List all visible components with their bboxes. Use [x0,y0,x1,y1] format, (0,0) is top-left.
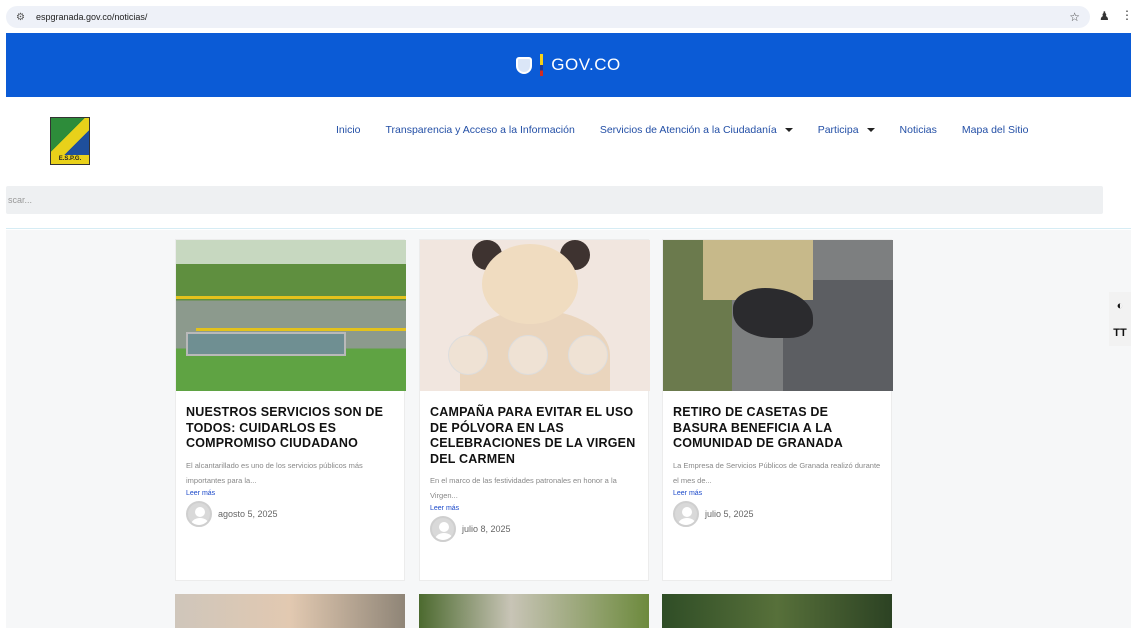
post-meta: agosto 5, 2025 [186,500,394,527]
star-icon[interactable]: ☆ [1069,10,1080,24]
post-image-opossum[interactable] [420,240,650,391]
post-meta: julio 8, 2025 [430,516,638,542]
contrast-icon[interactable]: ◐ [1109,292,1131,319]
site-header: E.S.P.G. Inicio Transparencia y Acceso a… [6,97,1131,229]
post-excerpt: En el marco de las festividades patronal… [430,476,617,500]
post-image-trash[interactable] [663,240,893,391]
nav-mapa-del-sitio[interactable]: Mapa del Sitio [962,124,1029,136]
author-avatar [430,516,456,542]
nav-inicio[interactable]: Inicio [336,124,361,136]
nav-noticias[interactable]: Noticias [900,124,937,136]
nav-participa[interactable]: Participa [818,124,875,136]
post-title[interactable]: RETIRO DE CASETAS DE BASURA BENEFICIA A … [673,405,881,452]
search-bar[interactable] [6,186,1103,214]
post-title[interactable]: NUESTROS SERVICIOS SON DE TODOS: CUIDARL… [186,405,394,452]
colombia-shield-icon [516,56,533,74]
post-meta: julio 5, 2025 [673,500,881,527]
news-card[interactable]: NUESTROS SERVICIOS SON DE TODOS: CUIDARL… [175,239,406,581]
news-card-image[interactable] [662,594,892,628]
colombia-flag-icon [540,54,544,76]
post-date: julio 8, 2025 [462,524,511,534]
nav-label: Mapa del Sitio [961,124,1029,136]
post-date: agosto 5, 2025 [218,508,278,519]
post-excerpt: El alcantarillado es uno de los servicio… [186,460,363,485]
gov-co-label: GOV.CO [551,55,621,74]
browser-toolbar: ⚙ espgranada.gov.co/noticias/ ☆ ♟ ⋮ [0,0,1131,33]
caret-down-icon [866,128,875,132]
author-avatar [673,500,699,527]
kebab-menu-icon[interactable]: ⋮ [1121,8,1131,22]
post-excerpt: La Empresa de Servicios Públicos de Gran… [673,460,881,485]
main-nav: Inicio Transparencia y Acceso a la Infor… [336,124,1053,136]
author-avatar [186,500,212,527]
extension-icon[interactable]: ♟ [1099,9,1113,23]
caret-down-icon [784,128,793,132]
espg-logo[interactable]: E.S.P.G. [50,117,90,165]
nav-servicios[interactable]: Servicios de Atención a la Ciudadanía [600,124,793,136]
address-bar[interactable]: ⚙ espgranada.gov.co/noticias/ ☆ [6,6,1090,28]
post-image-water-plant[interactable] [176,240,406,391]
news-card-image[interactable] [419,594,649,628]
address-url[interactable]: espgranada.gov.co/noticias/ [36,12,147,22]
news-card-image[interactable] [175,594,405,628]
gov-co-bar[interactable]: GOV.CO [6,33,1131,97]
post-title[interactable]: CAMPAÑA PARA EVITAR EL USO DE PÓLVORA EN… [430,405,638,467]
nav-label: Inicio [336,124,361,136]
post-date: julio 5, 2025 [705,508,754,519]
nav-label: Participa [817,124,859,136]
news-grid: NUESTROS SERVICIOS SON DE TODOS: CUIDARL… [6,230,1131,628]
read-more-link[interactable]: Leer más [186,490,394,497]
nav-label: Noticias [899,124,937,136]
read-more-link[interactable]: Leer más [673,490,881,497]
tune-icon[interactable]: ⚙ [16,12,32,23]
text-size-icon[interactable]: TT [1109,319,1131,346]
logo-text: E.S.P.G. [51,155,89,164]
news-card[interactable]: CAMPAÑA PARA EVITAR EL USO DE PÓLVORA EN… [419,239,650,581]
search-input[interactable] [6,186,1103,214]
news-card[interactable]: RETIRO DE CASETAS DE BASURA BENEFICIA A … [662,239,893,581]
accessibility-tools: ◐ TT [1109,292,1131,346]
nav-transparencia[interactable]: Transparencia y Acceso a la Información [386,124,575,136]
nav-label: Transparencia y Acceso a la Información [385,124,575,136]
nav-label: Servicios de Atención a la Ciudadanía [599,124,777,136]
read-more-link[interactable]: Leer más [430,505,638,512]
